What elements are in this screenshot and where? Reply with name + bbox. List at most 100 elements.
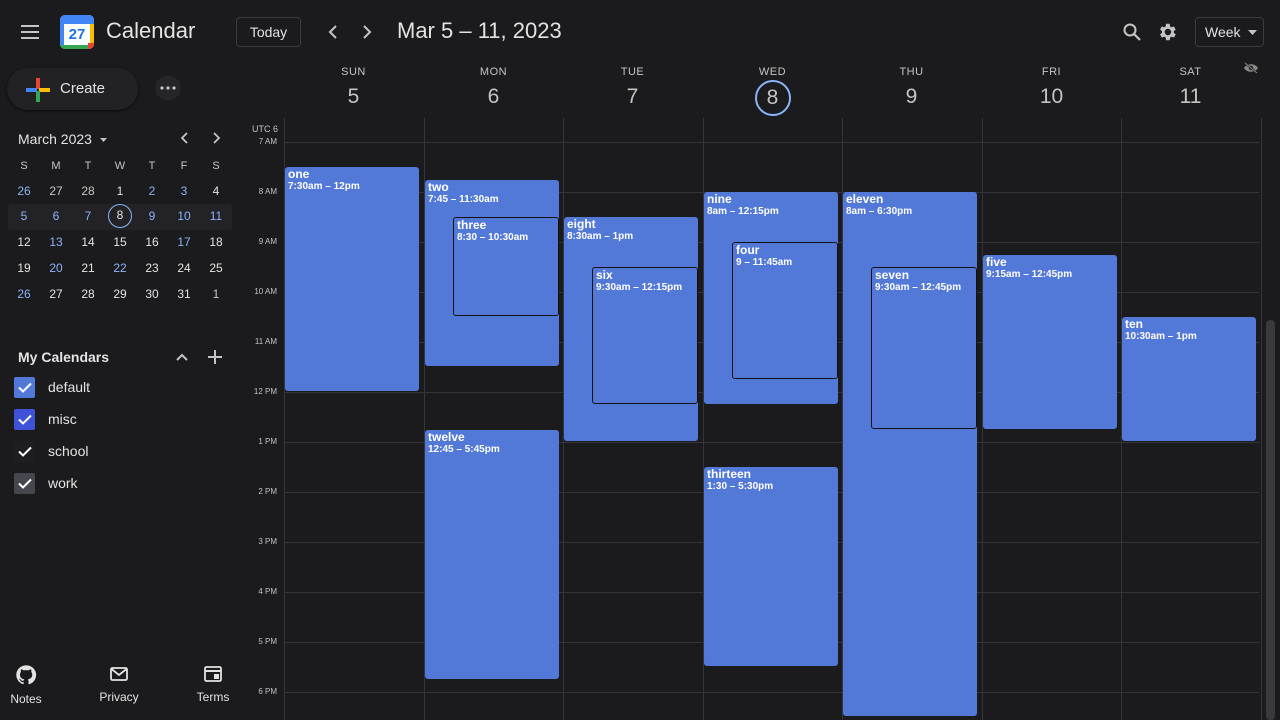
mini-calendar-weekday: W	[114, 160, 126, 172]
mini-calendar-day[interactable]: 18	[204, 230, 228, 254]
event-time: 7:30am – 12pm	[288, 181, 360, 192]
mini-calendar-day[interactable]: 28	[76, 179, 100, 203]
app-title: Calendar	[106, 18, 196, 43]
event-six[interactable]: six 9:30am – 12:15pm	[592, 267, 698, 404]
day-header-thu[interactable]: THU 9	[842, 66, 981, 116]
mini-calendar-month-title[interactable]: March 2023	[18, 131, 107, 147]
mini-calendar-weekday: T	[84, 160, 92, 172]
search-icon[interactable]	[1120, 20, 1144, 44]
mini-calendar-day[interactable]: 20	[44, 256, 68, 280]
day-header-date[interactable]: 7	[615, 80, 651, 116]
mini-calendar-day[interactable]: 1	[204, 282, 228, 306]
event-title: seven	[875, 268, 910, 282]
mini-calendar-day[interactable]: 7	[76, 204, 100, 228]
mini-calendar-day[interactable]: 28	[76, 282, 100, 306]
mini-calendar-day[interactable]: 8	[108, 204, 132, 228]
mini-calendar-prev-icon[interactable]	[174, 128, 194, 148]
event-four[interactable]: four 9 – 11:45am	[732, 242, 838, 379]
mini-calendar-day[interactable]: 19	[12, 256, 36, 280]
checkbox-checked-icon[interactable]	[14, 473, 35, 494]
mini-calendar-day[interactable]: 29	[108, 282, 132, 306]
mini-calendar-day[interactable]: 27	[44, 179, 68, 203]
event-title: five	[986, 254, 1007, 269]
day-header-weekday: SAT	[1179, 66, 1202, 78]
main-menu-icon[interactable]	[18, 20, 42, 44]
checkbox-checked-icon[interactable]	[14, 377, 35, 398]
checkbox-checked-icon[interactable]	[14, 441, 35, 462]
mini-calendar-day[interactable]: 13	[44, 230, 68, 254]
event-twelve[interactable]: twelve 12:45 – 5:45pm	[425, 429, 559, 679]
mini-calendar-day[interactable]: 31	[172, 282, 196, 306]
mini-calendar-day[interactable]: 11	[204, 204, 228, 228]
event-time: 1:30 – 5:30pm	[707, 481, 774, 492]
hour-gridline	[284, 142, 1259, 143]
mini-calendar-weekday: M	[51, 160, 61, 172]
mini-calendar-day[interactable]: 27	[44, 282, 68, 306]
event-one[interactable]: one 7:30am – 12pm	[285, 167, 419, 391]
day-header-wed[interactable]: WED 8	[703, 66, 842, 116]
settings-gear-icon[interactable]	[1155, 20, 1179, 44]
mini-calendar-day[interactable]: 4	[204, 179, 228, 203]
day-header-weekday: FRI	[1041, 66, 1062, 78]
day-header-mon[interactable]: MON 6	[424, 66, 563, 116]
mini-calendar-day[interactable]: 24	[172, 256, 196, 280]
day-header-date[interactable]: 8	[754, 80, 791, 116]
mini-calendar-day[interactable]: 1	[108, 179, 132, 203]
checkbox-checked-icon[interactable]	[14, 409, 35, 430]
calendar-item-label: misc	[48, 411, 77, 427]
mini-calendar-day[interactable]: 10	[172, 204, 196, 228]
mini-calendar-day[interactable]: 5	[12, 204, 36, 228]
event-thirteen[interactable]: thirteen 1:30 – 5:30pm	[704, 467, 838, 666]
hour-label: 11 AM	[254, 337, 277, 346]
previous-week-icon[interactable]	[322, 20, 344, 44]
mini-calendar-day[interactable]: 16	[140, 230, 164, 254]
calendar-item-work[interactable]: work	[14, 473, 214, 495]
mini-calendar-day[interactable]: 3	[172, 179, 196, 203]
event-three[interactable]: three 8:30 – 10:30am	[453, 217, 559, 316]
day-header-date[interactable]: 10	[1034, 80, 1070, 116]
event-title: nine	[707, 192, 732, 206]
mini-calendar-day[interactable]: 25	[204, 256, 228, 280]
terms-link[interactable]: Terms	[173, 664, 253, 704]
calendar-item-misc[interactable]: misc	[14, 409, 214, 431]
grid-scrollbar[interactable]	[1266, 320, 1275, 720]
day-header-sat[interactable]: SAT 11	[1121, 66, 1260, 116]
mini-calendar-day[interactable]: 26	[12, 179, 36, 203]
next-week-icon[interactable]	[356, 20, 378, 44]
day-header-date[interactable]: 6	[476, 80, 512, 116]
more-options-icon[interactable]	[155, 76, 181, 100]
collapse-chevron-up-icon[interactable]	[172, 347, 192, 367]
mini-calendar-day[interactable]: 6	[44, 204, 68, 228]
calendar-item-label: school	[48, 443, 89, 459]
event-five[interactable]: five 9:15am – 12:45pm	[983, 254, 1117, 429]
event-seven[interactable]: seven 9:30am – 12:45pm	[871, 267, 977, 429]
event-ten[interactable]: ten 10:30am – 1pm	[1122, 317, 1256, 441]
mini-calendar-day[interactable]: 14	[76, 230, 100, 254]
day-header-tue[interactable]: TUE 7	[563, 66, 702, 116]
mini-calendar-day[interactable]: 30	[140, 282, 164, 306]
today-button[interactable]: Today	[236, 17, 301, 47]
day-header-date[interactable]: 11	[1173, 80, 1209, 116]
calendar-item-school[interactable]: school	[14, 441, 214, 463]
notes-link[interactable]: Notes	[0, 664, 66, 706]
mini-calendar-day[interactable]: 9	[140, 204, 164, 228]
mini-calendar-day[interactable]: 26	[12, 282, 36, 306]
create-button[interactable]: Create	[7, 68, 138, 110]
day-header-date[interactable]: 9	[894, 80, 930, 116]
mini-calendar-day[interactable]: 23	[140, 256, 164, 280]
day-header-sun[interactable]: SUN 5	[284, 66, 423, 116]
mini-calendar-next-icon[interactable]	[207, 128, 227, 148]
mini-calendar-day[interactable]: 15	[108, 230, 132, 254]
mini-calendar-day[interactable]: 2	[140, 179, 164, 203]
add-calendar-icon[interactable]	[205, 347, 225, 367]
mini-calendar-day[interactable]: 17	[172, 230, 196, 254]
calendar-item-default[interactable]: default	[14, 377, 214, 399]
mini-calendar-day[interactable]: 22	[108, 256, 132, 280]
day-header-fri[interactable]: FRI 10	[982, 66, 1121, 116]
day-header-weekday: TUE	[620, 66, 645, 78]
privacy-link[interactable]: Privacy	[79, 664, 159, 704]
view-selector-dropdown[interactable]: Week	[1195, 17, 1264, 47]
mini-calendar-day[interactable]: 21	[76, 256, 100, 280]
day-header-date[interactable]: 5	[336, 80, 372, 116]
mini-calendar-day[interactable]: 12	[12, 230, 36, 254]
